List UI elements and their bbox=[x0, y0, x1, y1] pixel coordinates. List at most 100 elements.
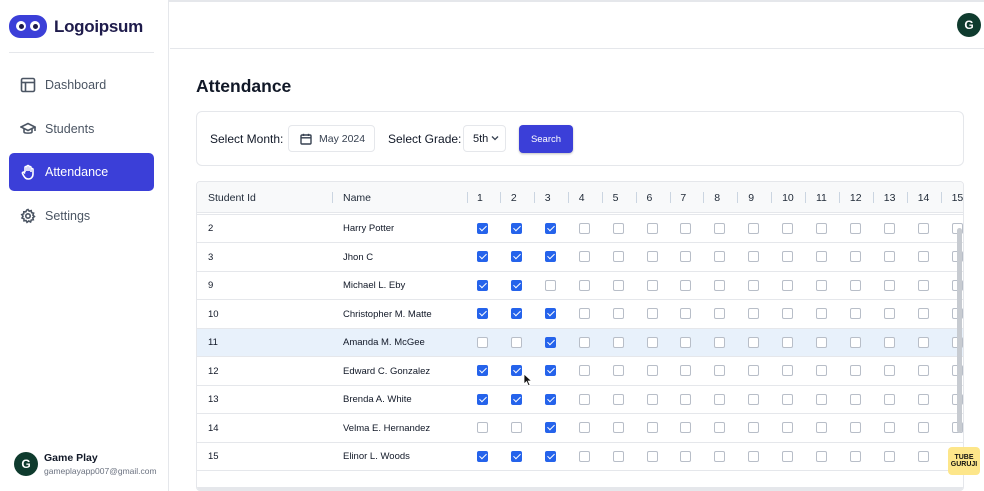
table-row[interactable]: 13 Brenda A. White bbox=[197, 385, 963, 414]
column-header-day-7[interactable]: 7 bbox=[680, 182, 686, 213]
attendance-checkbox[interactable] bbox=[816, 279, 827, 291]
table-row[interactable]: 12 Edward C. Gonzalez bbox=[197, 357, 963, 386]
column-header-name[interactable]: Name bbox=[343, 182, 371, 213]
attendance-checkbox[interactable] bbox=[544, 222, 556, 234]
attendance-checkbox[interactable] bbox=[578, 336, 590, 348]
attendance-checkbox[interactable] bbox=[578, 279, 590, 291]
attendance-checkbox[interactable] bbox=[849, 336, 861, 348]
attendance-checkbox[interactable] bbox=[578, 365, 590, 376]
attendance-checkbox[interactable] bbox=[816, 450, 827, 462]
column-header-day-8[interactable]: 8 bbox=[714, 182, 720, 213]
column-header-day-11[interactable]: 11 bbox=[816, 182, 827, 213]
vertical-scrollbar[interactable] bbox=[957, 228, 962, 433]
attendance-checkbox[interactable] bbox=[510, 336, 522, 348]
attendance-checkbox[interactable] bbox=[748, 336, 760, 348]
attendance-checkbox[interactable] bbox=[612, 450, 624, 462]
column-header-student-id[interactable]: Student Id bbox=[208, 182, 256, 213]
attendance-checkbox[interactable] bbox=[849, 450, 861, 462]
table-row[interactable]: 3 Jhon C bbox=[197, 243, 963, 272]
attendance-checkbox[interactable] bbox=[680, 336, 692, 348]
user-profile[interactable]: G Game Play gameplayapp007@gmail.com bbox=[14, 452, 157, 476]
attendance-checkbox[interactable] bbox=[510, 279, 522, 291]
sidebar-item-attendance[interactable]: Attendance bbox=[9, 153, 154, 191]
attendance-checkbox[interactable] bbox=[578, 422, 590, 433]
column-header-day-1[interactable]: 1 bbox=[477, 182, 483, 213]
attendance-checkbox[interactable] bbox=[680, 450, 692, 462]
attendance-checkbox[interactable] bbox=[680, 308, 692, 319]
attendance-checkbox[interactable] bbox=[477, 336, 488, 348]
attendance-checkbox[interactable] bbox=[544, 422, 556, 433]
attendance-checkbox[interactable] bbox=[849, 308, 861, 319]
attendance-checkbox[interactable] bbox=[917, 450, 929, 462]
attendance-checkbox[interactable] bbox=[510, 393, 522, 405]
attendance-checkbox[interactable] bbox=[714, 365, 726, 376]
attendance-checkbox[interactable] bbox=[544, 450, 556, 462]
attendance-checkbox[interactable] bbox=[748, 308, 760, 319]
attendance-checkbox[interactable] bbox=[883, 450, 895, 462]
attendance-checkbox[interactable] bbox=[680, 279, 692, 291]
attendance-checkbox[interactable] bbox=[544, 393, 556, 405]
sidebar-item-dashboard[interactable]: Dashboard bbox=[9, 66, 154, 104]
attendance-checkbox[interactable] bbox=[578, 450, 590, 462]
attendance-checkbox[interactable] bbox=[782, 422, 794, 433]
attendance-checkbox[interactable] bbox=[510, 450, 522, 462]
attendance-checkbox[interactable] bbox=[612, 308, 624, 319]
attendance-checkbox[interactable] bbox=[883, 422, 895, 433]
table-row[interactable]: 11 Amanda M. McGee bbox=[197, 328, 963, 357]
attendance-checkbox[interactable] bbox=[680, 422, 692, 433]
month-picker[interactable]: May 2024 bbox=[288, 125, 375, 152]
attendance-checkbox[interactable] bbox=[917, 336, 929, 348]
attendance-checkbox[interactable] bbox=[917, 422, 929, 433]
attendance-checkbox[interactable] bbox=[646, 393, 658, 405]
attendance-checkbox[interactable] bbox=[748, 365, 760, 376]
attendance-checkbox[interactable] bbox=[544, 336, 556, 348]
attendance-checkbox[interactable] bbox=[748, 393, 760, 405]
column-header-day-4[interactable]: 4 bbox=[579, 182, 585, 213]
attendance-checkbox[interactable] bbox=[714, 336, 726, 348]
column-header-day-6[interactable]: 6 bbox=[647, 182, 653, 213]
attendance-checkbox[interactable] bbox=[612, 336, 624, 348]
attendance-checkbox[interactable] bbox=[510, 222, 522, 234]
attendance-checkbox[interactable] bbox=[883, 251, 895, 262]
attendance-checkbox[interactable] bbox=[646, 308, 658, 319]
attendance-checkbox[interactable] bbox=[612, 422, 624, 433]
attendance-checkbox[interactable] bbox=[782, 308, 794, 319]
column-header-day-14[interactable]: 14 bbox=[918, 182, 930, 213]
attendance-checkbox[interactable] bbox=[883, 336, 895, 348]
attendance-checkbox[interactable] bbox=[646, 251, 658, 262]
attendance-checkbox[interactable] bbox=[646, 365, 658, 376]
attendance-checkbox[interactable] bbox=[782, 365, 794, 376]
attendance-checkbox[interactable] bbox=[578, 222, 590, 234]
attendance-checkbox[interactable] bbox=[816, 222, 827, 234]
attendance-checkbox[interactable] bbox=[646, 422, 658, 433]
sidebar-item-settings[interactable]: Settings bbox=[9, 197, 154, 235]
table-row[interactable]: 15 Elinor L. Woods bbox=[197, 442, 963, 471]
attendance-checkbox[interactable] bbox=[646, 279, 658, 291]
attendance-checkbox[interactable] bbox=[477, 308, 488, 319]
attendance-checkbox[interactable] bbox=[477, 279, 488, 291]
attendance-checkbox[interactable] bbox=[680, 251, 692, 262]
attendance-checkbox[interactable] bbox=[782, 222, 794, 234]
attendance-checkbox[interactable] bbox=[477, 251, 488, 262]
attendance-checkbox[interactable] bbox=[883, 308, 895, 319]
attendance-checkbox[interactable] bbox=[578, 393, 590, 405]
attendance-checkbox[interactable] bbox=[578, 251, 590, 262]
attendance-checkbox[interactable] bbox=[714, 279, 726, 291]
attendance-checkbox[interactable] bbox=[782, 251, 794, 262]
attendance-checkbox[interactable] bbox=[714, 450, 726, 462]
column-header-day-10[interactable]: 10 bbox=[782, 182, 794, 213]
attendance-checkbox[interactable] bbox=[477, 222, 488, 234]
attendance-checkbox[interactable] bbox=[612, 279, 624, 291]
attendance-checkbox[interactable] bbox=[849, 393, 861, 405]
attendance-checkbox[interactable] bbox=[714, 251, 726, 262]
attendance-checkbox[interactable] bbox=[883, 393, 895, 405]
attendance-checkbox[interactable] bbox=[849, 279, 861, 291]
table-row[interactable]: 10 Christopher M. Matte bbox=[197, 300, 963, 329]
column-header-day-3[interactable]: 3 bbox=[545, 182, 551, 213]
attendance-checkbox[interactable] bbox=[477, 365, 488, 376]
attendance-checkbox[interactable] bbox=[612, 365, 624, 376]
column-header-day-2[interactable]: 2 bbox=[511, 182, 517, 213]
attendance-checkbox[interactable] bbox=[849, 422, 861, 433]
attendance-checkbox[interactable] bbox=[510, 308, 522, 319]
attendance-checkbox[interactable] bbox=[883, 222, 895, 234]
